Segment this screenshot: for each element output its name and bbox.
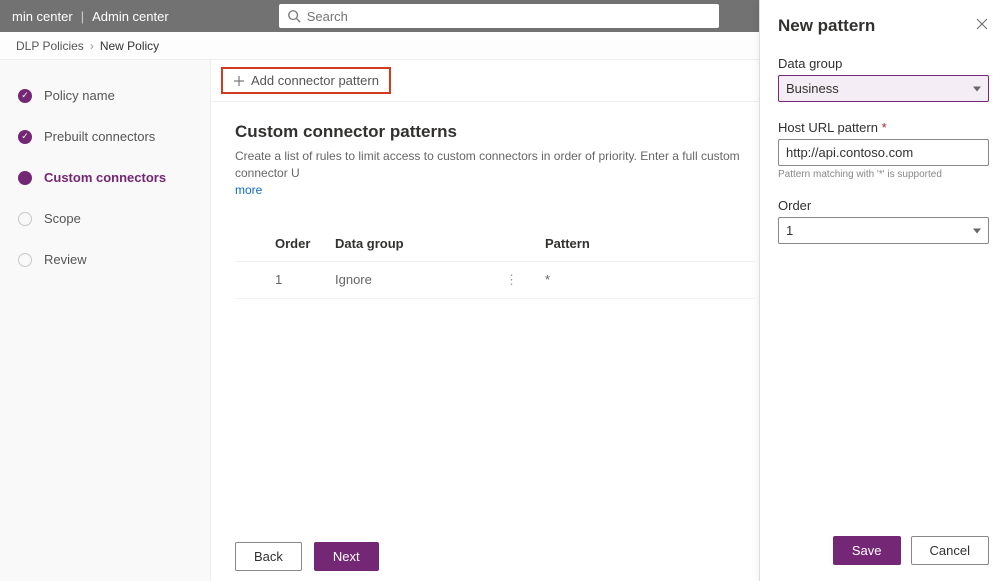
search-icon (287, 9, 301, 23)
table-row[interactable]: 1 Ignore ⋮ * (235, 262, 755, 299)
step-label: Custom connectors (44, 170, 166, 185)
col-order[interactable]: Order (235, 236, 335, 251)
section-description: Create a list of rules to limit access t… (235, 148, 755, 198)
field-host-url: Host URL pattern * Pattern matching with… (778, 120, 989, 180)
panel-title: New pattern (778, 16, 875, 36)
close-icon[interactable] (975, 17, 989, 36)
host-url-label: Host URL pattern * (778, 120, 989, 135)
col-data-group[interactable]: Data group (335, 236, 505, 251)
breadcrumb-sep: › (90, 39, 94, 53)
field-data-group: Data group Business (778, 56, 989, 102)
step-review[interactable]: Review (18, 252, 202, 267)
field-order: Order 1 (778, 198, 989, 244)
add-connector-pattern-button[interactable]: Add connector pattern (221, 67, 391, 94)
topbar-divider: | (81, 9, 84, 24)
topbar-title-right: Admin center (92, 9, 169, 24)
step-label: Scope (44, 211, 81, 226)
host-url-input[interactable] (778, 139, 989, 166)
cancel-button[interactable]: Cancel (911, 536, 989, 565)
cell-order: 1 (235, 272, 335, 288)
search-box[interactable] (279, 4, 719, 28)
breadcrumb-current: New Policy (100, 39, 159, 53)
breadcrumb-parent[interactable]: DLP Policies (16, 39, 84, 53)
new-pattern-panel: New pattern Data group Business Host URL… (759, 0, 1007, 581)
step-prebuilt-connectors[interactable]: ✓ Prebuilt connectors (18, 129, 202, 144)
check-icon: ✓ (18, 130, 32, 144)
search-input[interactable] (307, 9, 711, 24)
row-menu-icon[interactable]: ⋮ (505, 272, 545, 288)
data-group-label: Data group (778, 56, 989, 71)
back-button[interactable]: Back (235, 542, 302, 571)
add-button-label: Add connector pattern (251, 73, 379, 88)
save-button[interactable]: Save (833, 536, 901, 565)
step-scope[interactable]: Scope (18, 211, 202, 226)
step-label: Prebuilt connectors (44, 129, 155, 144)
wizard-steps: ✓ Policy name ✓ Prebuilt connectors Cust… (0, 60, 210, 581)
step-custom-connectors[interactable]: Custom connectors (18, 170, 202, 185)
col-pattern[interactable]: Pattern (545, 236, 755, 251)
step-label: Review (44, 252, 87, 267)
topbar-title-left: min center (12, 9, 73, 24)
step-policy-name[interactable]: ✓ Policy name (18, 88, 202, 103)
order-select[interactable]: 1 (778, 217, 989, 244)
check-icon: ✓ (18, 89, 32, 103)
step-label: Policy name (44, 88, 115, 103)
desc-more-link[interactable]: more (235, 183, 262, 197)
dot-icon (18, 171, 32, 185)
next-button[interactable]: Next (314, 542, 379, 571)
cell-data-group: Ignore (335, 272, 505, 288)
patterns-table: Order Data group Pattern 1 Ignore ⋮ * (235, 226, 755, 299)
dot-icon (18, 212, 32, 226)
dot-icon (18, 253, 32, 267)
host-url-hint: Pattern matching with '*' is supported (778, 169, 989, 180)
order-label: Order (778, 198, 989, 213)
cell-pattern: * (545, 272, 755, 288)
data-group-select[interactable]: Business (778, 75, 989, 102)
plus-icon (233, 75, 245, 87)
